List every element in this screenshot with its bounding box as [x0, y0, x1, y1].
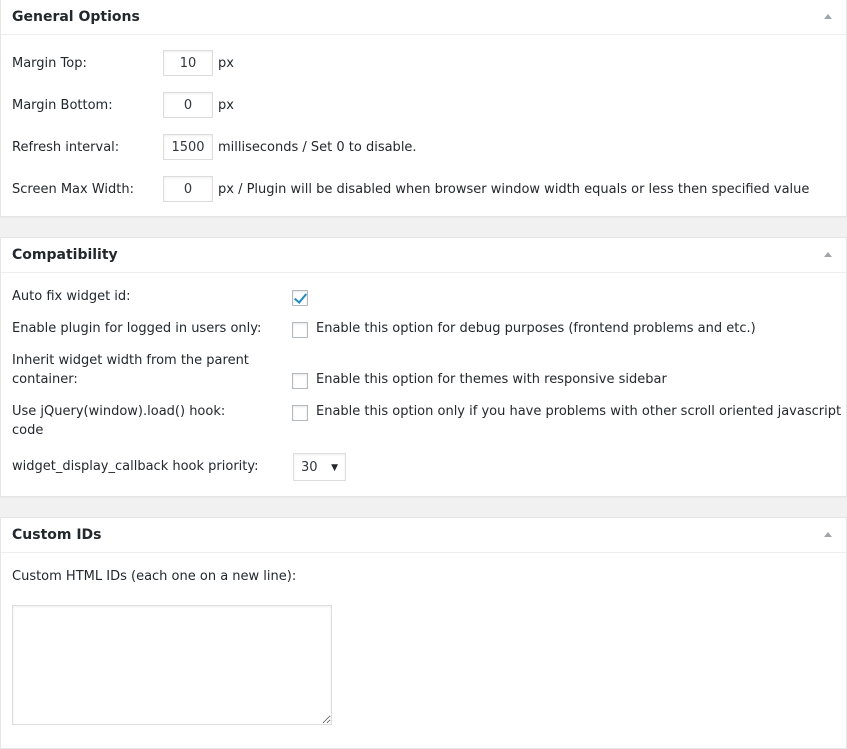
margin-bottom-unit: px [218, 98, 234, 113]
refresh-interval-label: Refresh interval: [12, 140, 120, 155]
margin-bottom-label: Margin Bottom: [12, 98, 113, 113]
compatibility-header[interactable]: Compatibility [1, 238, 846, 273]
auto-fix-widget-id-label: Auto fix widget id: [12, 289, 131, 304]
inherit-width-checkbox[interactable] [292, 373, 308, 389]
inherit-width-label-line1: Inherit widget width from the parent [12, 353, 249, 368]
collapse-toggle-icon[interactable] [820, 247, 836, 263]
custom-ids-panel: Custom IDs Custom HTML IDs (each one on … [0, 517, 847, 749]
jquery-load-label-line1: Use jQuery(window).load() hook: [12, 404, 226, 419]
custom-ids-header[interactable]: Custom IDs [1, 518, 846, 553]
general-options-title: General Options [12, 9, 140, 25]
margin-bottom-input[interactable] [163, 92, 213, 118]
screen-max-width-hint: px / Plugin will be disabled when browse… [218, 182, 810, 197]
hook-priority-value: 30 [301, 460, 318, 475]
inherit-width-label-line2: container: [12, 372, 78, 387]
custom-html-ids-label: Custom HTML IDs (each one on a new line)… [12, 569, 297, 584]
inherit-width-description: Enable this option for themes with respo… [316, 372, 667, 387]
logged-in-only-description: Enable this option for debug purposes (f… [316, 321, 756, 336]
custom-ids-title: Custom IDs [12, 527, 102, 543]
hook-priority-label: widget_display_callback hook priority: [12, 459, 259, 474]
compatibility-title: Compatibility [12, 247, 118, 263]
jquery-load-checkbox[interactable] [292, 405, 308, 421]
margin-top-unit: px [218, 56, 234, 71]
margin-top-input[interactable] [163, 50, 213, 76]
hook-priority-select[interactable]: 30 ▼ [293, 453, 346, 481]
jquery-load-description: Enable this option only if you have prob… [316, 404, 842, 419]
screen-max-width-input[interactable] [163, 176, 213, 202]
refresh-interval-hint: milliseconds / Set 0 to disable. [218, 140, 417, 155]
general-options-panel: General Options Margin Top: px Margin Bo… [0, 0, 847, 217]
dropdown-arrow-icon: ▼ [331, 463, 338, 473]
checkmark-icon [293, 290, 308, 304]
refresh-interval-input[interactable] [163, 134, 213, 160]
auto-fix-widget-id-checkbox[interactable] [292, 290, 308, 306]
compatibility-panel: Compatibility Auto fix widget id: Enable… [0, 237, 847, 497]
logged-in-only-label: Enable plugin for logged in users only: [12, 321, 262, 336]
screen-max-width-label: Screen Max Width: [12, 182, 134, 197]
logged-in-only-checkbox[interactable] [292, 322, 308, 338]
collapse-toggle-icon[interactable] [820, 527, 836, 543]
custom-html-ids-textarea[interactable] [12, 605, 332, 725]
general-options-header[interactable]: General Options [1, 0, 846, 35]
collapse-toggle-icon[interactable] [820, 9, 836, 25]
margin-top-label: Margin Top: [12, 56, 87, 71]
jquery-load-label-line2: code [12, 423, 44, 438]
